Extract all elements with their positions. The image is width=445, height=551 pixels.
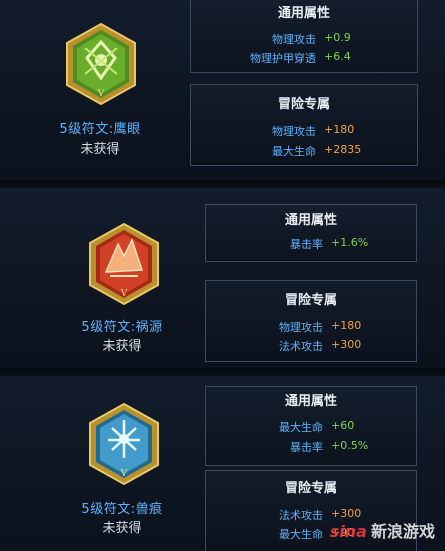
panel-title: 通用属性: [284, 394, 337, 409]
green-hexagon-rune-icon[interactable]: V: [65, 22, 137, 110]
section-divider: [0, 180, 445, 188]
rune-name: 5级符文:祸源: [81, 320, 163, 335]
svg-text:V: V: [97, 89, 105, 99]
rune-status: 未获得: [102, 521, 142, 536]
panel-title: 冒险专属: [277, 97, 330, 112]
sina-watermark: sina 新浪游戏: [330, 518, 435, 542]
stat-label: 暴击率: [290, 441, 323, 454]
panel-title: 通用属性: [284, 213, 337, 228]
stat-value: +1.6%: [331, 236, 369, 249]
stat-value: +180: [331, 319, 362, 332]
stat-value: +0.5%: [331, 439, 369, 452]
watermark-text: 新浪游戏: [370, 522, 435, 541]
section-divider: [0, 368, 445, 376]
panel-title: 冒险专属: [284, 481, 337, 496]
stat-value: +180: [324, 123, 355, 136]
general-attr-panel: 通用属性 物理攻击 +0.9 物理护甲穿透 +6.4: [190, 0, 418, 73]
adventure-attr-panel: 冒险专属 物理攻击 +180 最大生命 +2835: [190, 84, 418, 166]
rune-status: 未获得: [80, 142, 120, 157]
stat-label: 物理护甲穿透: [250, 52, 316, 65]
rune-status: 未获得: [102, 339, 142, 354]
blue-hexagon-rune-icon[interactable]: V: [88, 402, 160, 490]
svg-text:V: V: [120, 289, 128, 299]
stat-label: 法术攻击: [279, 509, 323, 522]
general-attr-panel: 通用属性 最大生命 +60 暴击率 +0.5%: [205, 386, 417, 466]
stat-label: 最大生命: [279, 421, 323, 434]
stat-label: 最大生命: [272, 145, 316, 158]
stat-value: +6.4: [324, 50, 351, 63]
adventure-attr-panel: 冒险专属 物理攻击 +180 法术攻击 +300: [205, 280, 417, 362]
stat-label: 法术攻击: [279, 340, 323, 353]
panel-title: 冒险专属: [284, 293, 337, 308]
sina-logo-icon: sina: [329, 522, 367, 541]
rune-card-1: V 5级符文:鹰眼 未获得 通用属性 物理攻击 +0.9 物理护甲穿透 +6.4…: [0, 0, 445, 180]
stat-value: +0.9: [324, 31, 351, 44]
rune-name: 5级符文:鹰眼: [59, 122, 141, 137]
stat-value: +300: [331, 338, 362, 351]
rune-info-1: V 5级符文:鹰眼 未获得: [0, 0, 200, 180]
rune-info-2: V 5级符文:祸源 未获得: [0, 188, 200, 368]
stat-label: 物理攻击: [272, 33, 316, 46]
stat-label: 物理攻击: [272, 125, 316, 138]
svg-text:V: V: [120, 469, 128, 479]
stat-label: 最大生命: [279, 528, 323, 541]
rune-card-2: V 5级符文:祸源 未获得 通用属性 暴击率 +1.6% 冒险专属 物理攻击 +…: [0, 188, 445, 368]
red-hexagon-rune-icon[interactable]: V: [88, 222, 160, 310]
rune-info-3: V 5级符文:兽痕 未获得: [0, 376, 200, 550]
general-attr-panel: 通用属性 暴击率 +1.6%: [205, 204, 417, 262]
rune-name: 5级符文:兽痕: [81, 502, 163, 517]
stat-value: +60: [331, 419, 355, 432]
stat-label: 暴击率: [290, 238, 323, 251]
stat-label: 物理攻击: [279, 321, 323, 334]
stat-value: +2835: [324, 143, 362, 156]
panel-title: 通用属性: [277, 6, 330, 21]
